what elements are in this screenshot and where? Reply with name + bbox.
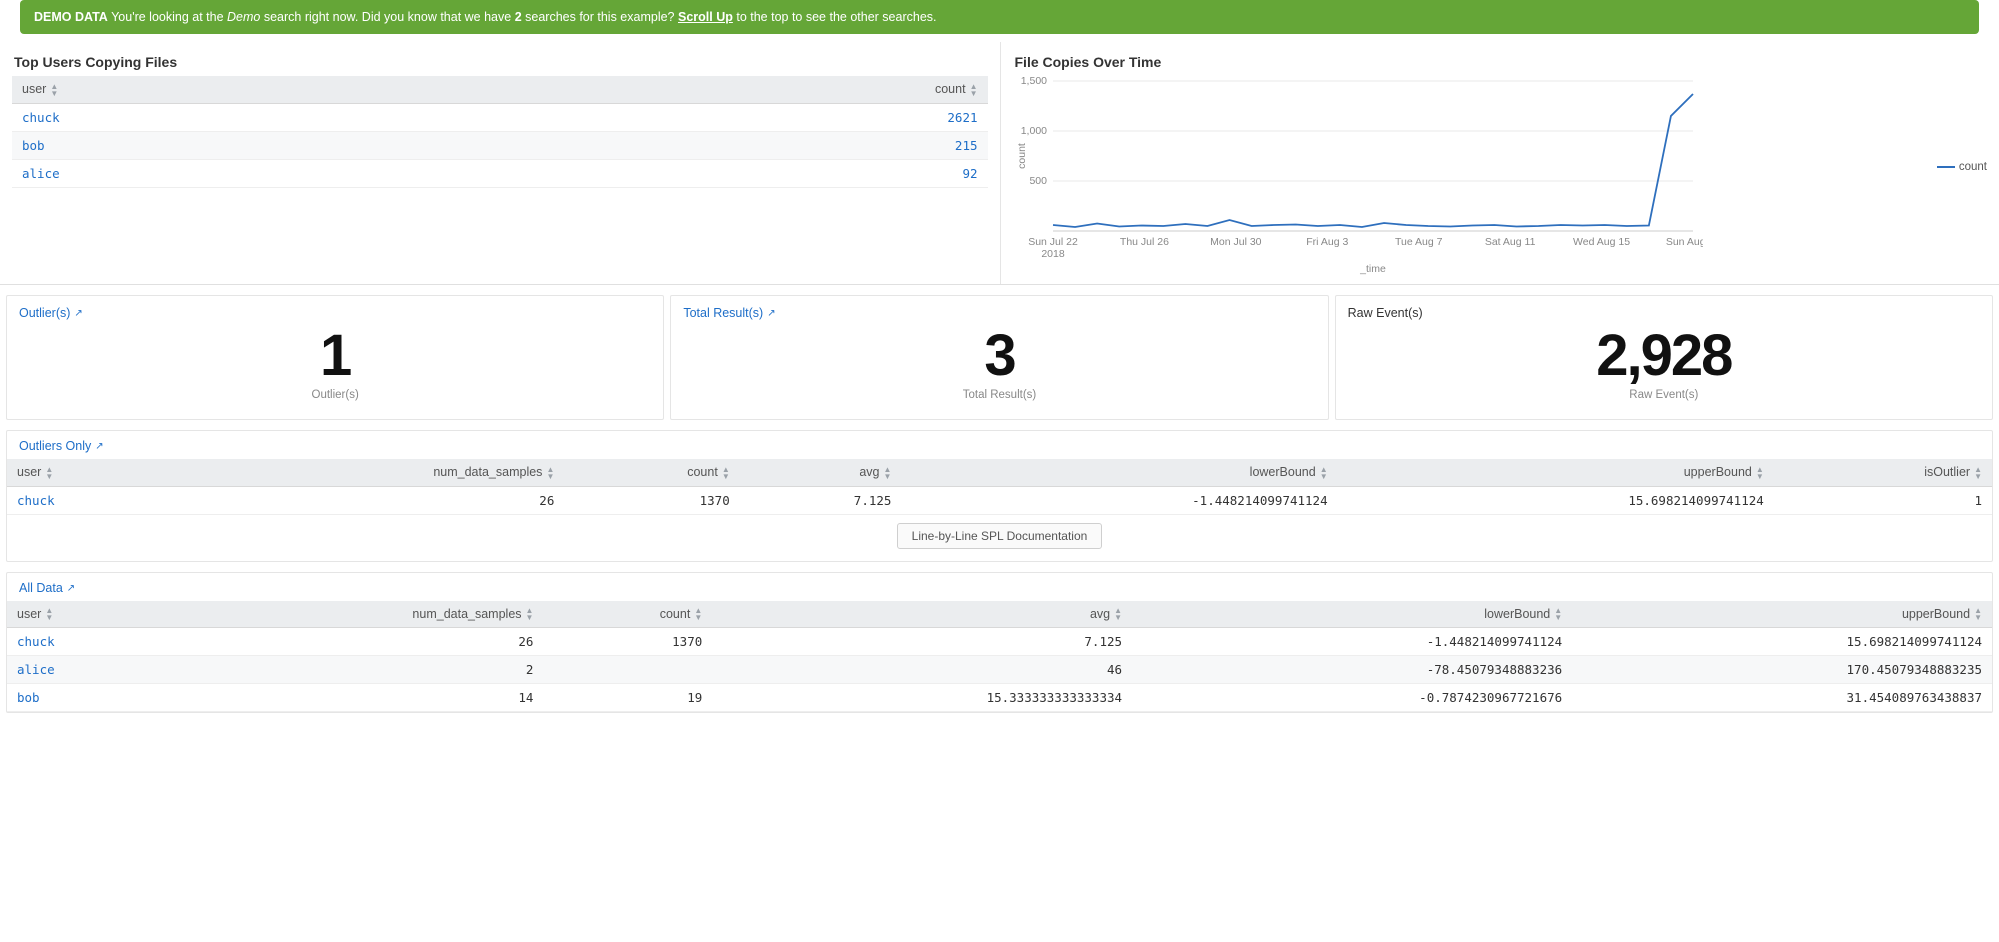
col-user[interactable]: user▲▼ [12, 76, 480, 103]
col-count[interactable]: count▲▼ [564, 459, 739, 486]
table-row[interactable]: bob141915.333333333333334-0.787423096772… [7, 684, 1992, 712]
total-results-value: 3 [683, 326, 1315, 387]
legend-swatch-icon [1937, 166, 1955, 168]
svg-text:count: count [1016, 143, 1028, 169]
raw-events-stat: Raw Event(s) 2,928 Raw Event(s) [1335, 295, 1993, 420]
sort-icon: ▲▼ [970, 83, 978, 97]
outliers-only-section: Outliers Only↗ user▲▼ num_data_samples▲▼… [6, 430, 1993, 562]
col-user[interactable]: user▲▼ [7, 601, 163, 628]
col-num-samples[interactable]: num_data_samples▲▼ [169, 459, 565, 486]
chart-legend: count [1937, 161, 1987, 173]
banner-demo: DEMO DATA [34, 10, 108, 24]
file-copies-title: File Copies Over Time [1015, 54, 1986, 70]
svg-text:1,500: 1,500 [1020, 76, 1046, 87]
table-row[interactable]: chuck2613707.125-1.44821409974112415.698… [7, 628, 1992, 656]
outliers-value: 1 [19, 326, 651, 387]
external-link-icon: ↗ [67, 583, 75, 594]
col-num-samples[interactable]: num_data_samples▲▼ [163, 601, 544, 628]
col-lower[interactable]: lowerBound▲▼ [1132, 601, 1572, 628]
count-value[interactable]: 2621 [947, 110, 977, 125]
spl-doc-button[interactable]: Line-by-Line SPL Documentation [897, 523, 1103, 549]
count-value[interactable]: 92 [962, 166, 977, 181]
svg-text:Mon Jul 30: Mon Jul 30 [1210, 236, 1262, 248]
svg-text:Tue Aug 7: Tue Aug 7 [1394, 236, 1442, 248]
count-value[interactable]: 215 [955, 138, 978, 153]
col-upper[interactable]: upperBound▲▼ [1572, 601, 1992, 628]
outliers-only-table: user▲▼ num_data_samples▲▼ count▲▼ avg▲▼ … [7, 459, 1992, 515]
svg-text:Thu Jul 26: Thu Jul 26 [1119, 236, 1168, 248]
user-link[interactable]: bob [22, 138, 45, 153]
col-count[interactable]: count▲▼ [543, 601, 712, 628]
demo-banner: DEMO DATA You're looking at the Demo sea… [20, 0, 1979, 34]
outliers-only-link[interactable]: Outliers Only↗ [7, 439, 1992, 459]
svg-text:Sun Aug 19: Sun Aug 19 [1665, 236, 1702, 248]
table-row[interactable]: chuck2613707.125-1.44821409974112415.698… [7, 486, 1992, 514]
file-copies-chart: 500 1,000 1,500 Sun Jul 222018 Thu Jul 26 Mon… [1013, 76, 1703, 276]
col-avg[interactable]: avg▲▼ [740, 459, 902, 486]
outliers-link[interactable]: Outlier(s)↗ [19, 306, 651, 320]
sort-icon: ▲▼ [50, 83, 58, 97]
external-link-icon: ↗ [95, 441, 103, 452]
table-row[interactable]: alice 92 [12, 159, 988, 187]
col-count[interactable]: count▲▼ [480, 76, 988, 103]
top-users-panel: Top Users Copying Files user▲▼ count▲▼ c… [0, 42, 1000, 284]
all-data-table: user▲▼ num_data_samples▲▼ count▲▼ avg▲▼ … [7, 601, 1992, 713]
raw-events-value: 2,928 [1348, 326, 1980, 387]
top-users-title: Top Users Copying Files [14, 54, 986, 70]
svg-text:Fri Aug 3: Fri Aug 3 [1306, 236, 1348, 248]
scroll-up-link[interactable]: Scroll Up [678, 10, 733, 24]
svg-text:Sun Jul 22: Sun Jul 22 [1028, 236, 1078, 248]
svg-text:500: 500 [1029, 175, 1047, 187]
file-copies-panel: File Copies Over Time 500 1,000 1,500 Sun J… [1000, 42, 1999, 284]
svg-text:Wed Aug 15: Wed Aug 15 [1573, 236, 1630, 248]
user-link[interactable]: alice [22, 166, 60, 181]
user-link[interactable]: chuck [22, 110, 60, 125]
total-results-stat: Total Result(s)↗ 3 Total Result(s) [670, 295, 1328, 420]
svg-text:2018: 2018 [1041, 248, 1065, 260]
col-lower[interactable]: lowerBound▲▼ [901, 459, 1337, 486]
all-data-link[interactable]: All Data↗ [7, 581, 1992, 601]
external-link-icon: ↗ [74, 308, 82, 319]
table-row[interactable]: chuck 2621 [12, 103, 988, 131]
col-upper[interactable]: upperBound▲▼ [1338, 459, 1774, 486]
svg-text:_time: _time [1359, 263, 1386, 275]
raw-events-title: Raw Event(s) [1348, 306, 1980, 320]
col-avg[interactable]: avg▲▼ [712, 601, 1132, 628]
total-results-link[interactable]: Total Result(s)↗ [683, 306, 1315, 320]
external-link-icon: ↗ [767, 308, 775, 319]
table-row[interactable]: alice246-78.45079348883236170.4507934888… [7, 656, 1992, 684]
svg-text:Sat Aug 11: Sat Aug 11 [1484, 236, 1535, 248]
top-users-table: user▲▼ count▲▼ chuck 2621 bob 215 alice 92 [12, 76, 988, 188]
table-row[interactable]: bob 215 [12, 131, 988, 159]
svg-text:1,000: 1,000 [1020, 125, 1046, 137]
outliers-stat: Outlier(s)↗ 1 Outlier(s) [6, 295, 664, 420]
col-isoutlier[interactable]: isOutlier▲▼ [1774, 459, 1992, 486]
all-data-section: All Data↗ user▲▼ num_data_samples▲▼ coun… [6, 572, 1993, 714]
col-user[interactable]: user▲▼ [7, 459, 169, 486]
